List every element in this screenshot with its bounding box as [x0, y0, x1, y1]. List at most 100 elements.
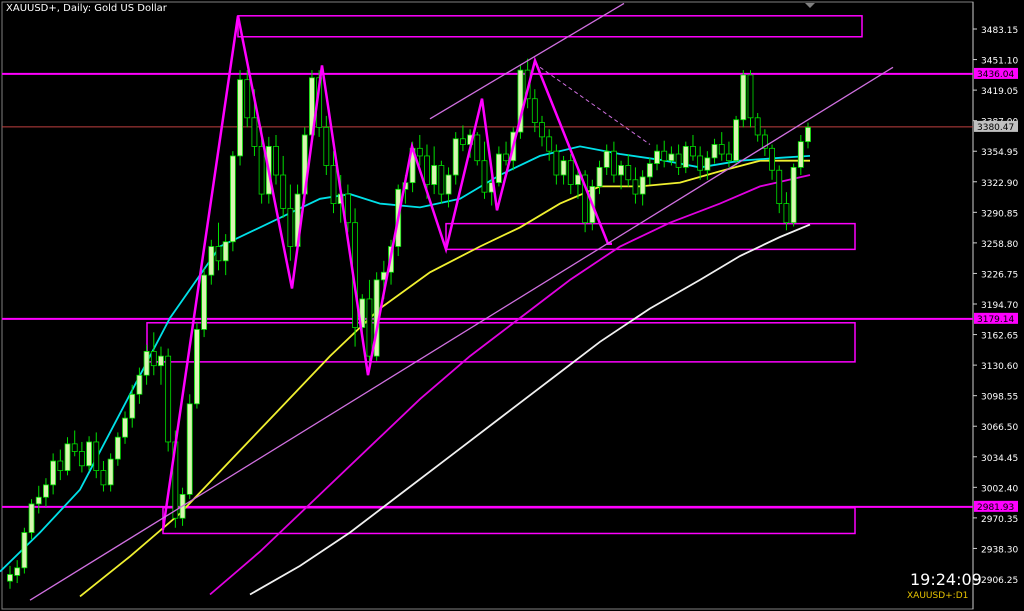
candle	[531, 89, 538, 133]
candle-body	[114, 436, 121, 460]
candle	[208, 239, 215, 285]
tick-label: 2938.30	[981, 545, 1018, 555]
candle-body	[416, 147, 423, 157]
candle	[632, 167, 639, 204]
candle	[86, 436, 92, 471]
price-label: 3179.14	[977, 315, 1014, 325]
candle	[747, 70, 754, 128]
tick-label: 3258.80	[981, 240, 1018, 250]
chart-title: XAUUSD+, Daily: Gold US Dollar	[6, 3, 167, 14]
candle	[610, 141, 617, 183]
trend-drawings	[29, 2, 894, 601]
candle-body	[675, 153, 682, 168]
candle-body	[186, 403, 193, 495]
candle	[783, 192, 790, 231]
candle	[560, 155, 567, 185]
candle	[740, 70, 747, 128]
candle-body	[733, 119, 740, 162]
chart-background	[1, 1, 974, 610]
moving-averages	[0, 145, 811, 598]
candle	[57, 449, 64, 481]
candle-body	[697, 155, 704, 171]
candle-body	[100, 470, 107, 486]
candle	[150, 332, 157, 376]
level-box	[146, 322, 856, 363]
price-chart[interactable]: 3483.153451.103419.053387.003354.953322.…	[0, 0, 1024, 611]
candle	[546, 129, 553, 161]
price-axis: 3483.153451.103419.053387.003354.953322.…	[973, 26, 1018, 586]
level-box	[162, 506, 856, 535]
candle	[654, 144, 660, 171]
candle	[474, 132, 481, 166]
candle-body	[344, 193, 351, 224]
candle	[790, 163, 797, 227]
candle-body	[474, 134, 481, 162]
tick-label: 3130.60	[981, 362, 1018, 372]
candle-body	[495, 153, 502, 184]
tick-label: 3483.15	[981, 26, 1018, 36]
candle	[618, 160, 624, 190]
candle-body	[229, 155, 236, 243]
candle-body	[546, 136, 553, 152]
candle	[273, 134, 279, 185]
candle-body	[711, 144, 718, 159]
candle	[625, 154, 632, 187]
candle	[754, 113, 761, 142]
price-label: 2981.93	[977, 503, 1014, 513]
candle	[539, 115, 545, 147]
tick-label: 3451.10	[981, 57, 1018, 67]
candle	[769, 144, 775, 180]
candle-body	[50, 460, 57, 486]
candle	[229, 151, 236, 252]
candle-body	[330, 165, 337, 205]
candle	[100, 461, 107, 492]
candle-body	[668, 153, 675, 162]
candle	[280, 155, 287, 218]
level-box	[237, 15, 863, 38]
candle-body	[21, 532, 28, 569]
candle-body	[797, 141, 804, 168]
candle-body	[503, 153, 509, 162]
tick-label: 3194.70	[981, 301, 1018, 311]
candle-body	[783, 203, 790, 224]
candle-body	[273, 146, 279, 176]
candle-body	[86, 441, 92, 467]
tick-label: 3226.75	[981, 270, 1018, 280]
candle	[201, 268, 208, 338]
dashed-trend-line	[539, 66, 651, 145]
candle-body	[208, 246, 215, 276]
clock-readout: 19:24:09	[910, 570, 982, 589]
tick-label: 3290.85	[981, 209, 1018, 219]
candle-body	[690, 146, 696, 157]
candle-body	[323, 126, 330, 166]
candle-body	[201, 274, 208, 330]
tick-label: 3354.95	[981, 148, 1018, 158]
candle	[718, 132, 725, 161]
price-label: 3380.47	[977, 123, 1014, 133]
candle	[596, 160, 603, 195]
candle	[323, 115, 330, 176]
candle	[71, 430, 78, 457]
candle-body	[424, 155, 430, 185]
candle	[43, 478, 49, 507]
candle-body	[726, 153, 732, 162]
candle	[21, 527, 28, 574]
candle	[64, 437, 71, 476]
candle-body	[14, 567, 21, 576]
candle	[675, 144, 682, 176]
candle-body	[445, 174, 452, 195]
candle-body	[244, 79, 251, 119]
candle-body	[150, 350, 157, 367]
candle	[7, 565, 13, 589]
candle-body	[93, 441, 100, 471]
tick-label: 3066.50	[981, 423, 1018, 433]
candle	[797, 134, 804, 176]
candle-body	[129, 393, 136, 419]
candle-body	[646, 163, 653, 178]
candle	[194, 322, 200, 409]
candle	[215, 222, 222, 271]
level-box	[445, 222, 856, 251]
candle-body	[776, 169, 783, 205]
candle	[186, 394, 193, 500]
candle	[107, 453, 114, 492]
